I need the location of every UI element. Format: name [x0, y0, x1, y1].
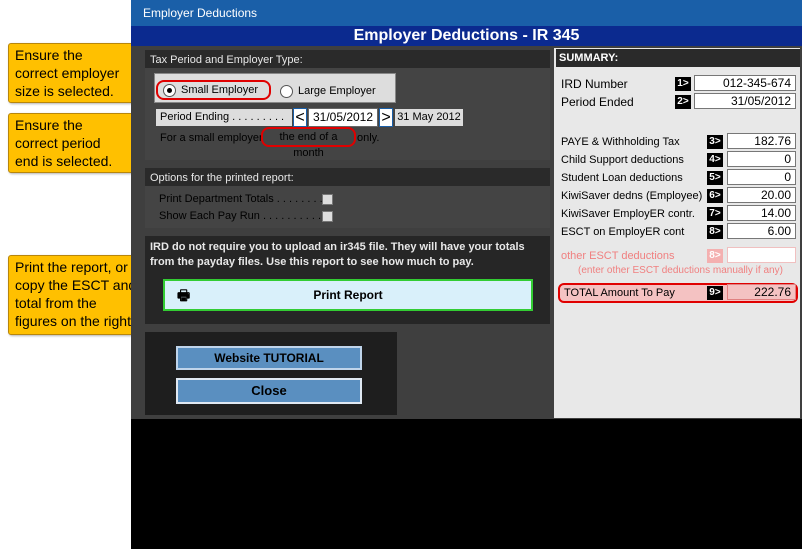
period-date-field[interactable]: 31/05/2012 [308, 108, 378, 127]
step-badge: 6> [707, 189, 723, 203]
step-badge: 2> [675, 95, 691, 109]
other-esct-input[interactable] [727, 247, 796, 263]
summary-row-label: KiwiSaver EmployER contr. [561, 208, 695, 220]
small-employer-label: Small Employer [181, 84, 259, 96]
period-date-long: 31 May 2012 [395, 109, 463, 126]
step-badge: 3> [707, 135, 723, 149]
summary-row-value: 6.00 [727, 223, 796, 239]
page-banner: Employer Deductions - IR 345 [131, 26, 802, 46]
print-report-label: Print Report [313, 288, 383, 302]
period-ended-label: Period Ended [561, 95, 634, 109]
options-header: Options for the printed report: [145, 168, 550, 186]
website-tutorial-button[interactable]: Website TUTORIAL [176, 346, 362, 370]
summary-row-value: 0 [727, 169, 796, 185]
step-badge: 1> [675, 77, 691, 91]
summary-row-label: Child Support deductions [561, 154, 684, 166]
printer-icon: 🖶 [177, 287, 191, 303]
print-report-button[interactable]: 🖶 Print Report [163, 279, 533, 311]
period-note-post: only. [357, 132, 380, 144]
summary-row-value: 20.00 [727, 187, 796, 203]
summary-row-label: KiwiSaver dedns (Employee) [561, 190, 703, 202]
summary-row-value: 182.76 [727, 133, 796, 149]
show-pay-run-checkbox[interactable] [322, 211, 333, 222]
ird-number-value: 012-345-674 [694, 75, 796, 91]
step-badge: 8> [707, 225, 723, 239]
total-label: TOTAL Amount To Pay [564, 287, 675, 299]
callout-period-end: Ensure the correct period end is selecte… [8, 113, 134, 173]
print-totals-checkbox[interactable] [322, 194, 333, 205]
summary-row-label: Student Loan deductions [561, 172, 683, 184]
small-employer-radio[interactable]: Small Employer [156, 80, 271, 100]
radio-empty-icon [280, 84, 293, 98]
step-badge: 4> [707, 153, 723, 167]
large-employer-radio[interactable]: Large Employer [280, 84, 395, 98]
total-value: 222.76 [727, 284, 796, 300]
period-note-highlight: the end of a month [261, 127, 356, 159]
info-text: IRD do not require you to upload an ir34… [150, 241, 525, 268]
period-ended-value: 31/05/2012 [694, 93, 796, 109]
radio-selected-icon [163, 83, 176, 97]
summary-header: SUMMARY: [556, 49, 800, 67]
summary-row-value: 14.00 [727, 205, 796, 221]
summary-row-label: ESCT on EmployER cont [561, 226, 685, 238]
window-title: Employer Deductions [131, 0, 802, 26]
other-esct-label: other ESCT deductions [561, 250, 675, 262]
next-period-button[interactable]: > [379, 108, 393, 127]
close-button[interactable]: Close [176, 378, 362, 404]
large-employer-label: Large Employer [298, 85, 376, 97]
print-totals-label: Print Department Totals . . . . . . . . [159, 193, 323, 205]
callout-employer-size: Ensure the correct employer size is sele… [8, 43, 134, 103]
step-badge: 8> [707, 249, 723, 263]
ird-number-label: IRD Number [561, 77, 628, 91]
step-badge: 7> [707, 207, 723, 221]
window-footer [131, 419, 802, 549]
period-note-pre: For a small employer [160, 132, 263, 144]
callout-print: Print the report, or copy the ESCT and t… [8, 255, 144, 335]
step-badge: 9> [707, 286, 723, 300]
summary-row-label: PAYE & Withholding Tax [561, 136, 680, 148]
show-pay-run-label: Show Each Pay Run . . . . . . . . . . [159, 210, 322, 222]
other-esct-note: (enter other ESCT deductions manually if… [578, 265, 783, 276]
prev-period-button[interactable]: < [293, 108, 307, 127]
tax-period-header: Tax Period and Employer Type: [145, 50, 550, 68]
summary-row-value: 0 [727, 151, 796, 167]
step-badge: 5> [707, 171, 723, 185]
period-ending-label: Period Ending . . . . . . . . . [156, 109, 292, 126]
